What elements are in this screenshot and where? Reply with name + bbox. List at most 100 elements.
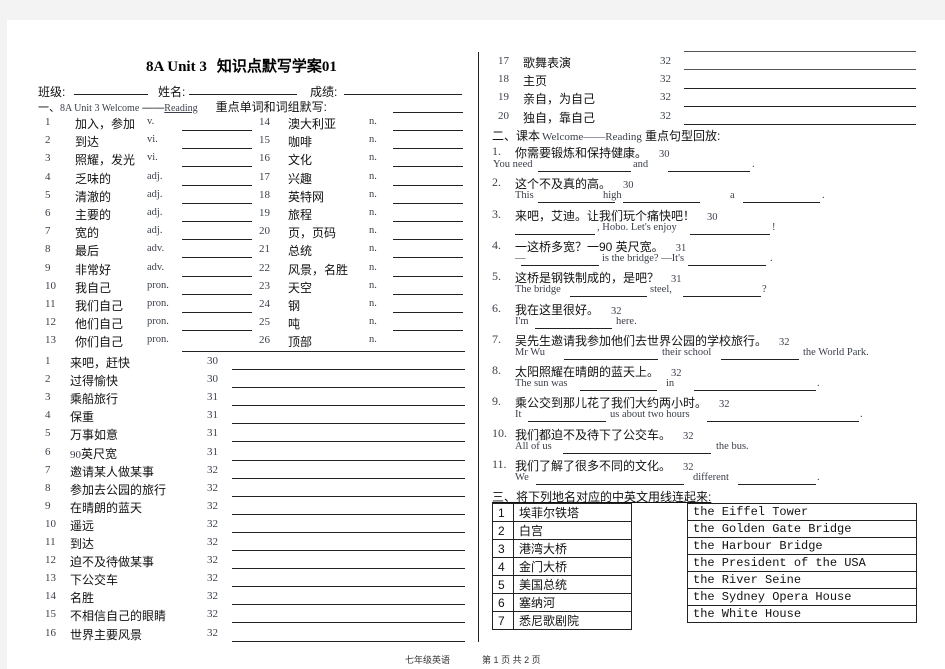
answer-line[interactable] — [393, 112, 463, 113]
match-place-chinese[interactable]: 金门大桥 — [513, 557, 632, 576]
word-answer-line[interactable] — [393, 330, 463, 332]
match-place-chinese[interactable]: 白宫 — [513, 521, 632, 540]
word-pos: adj. — [147, 207, 163, 218]
phrase-answer-line[interactable] — [684, 88, 916, 89]
match-place-english[interactable]: the River Seine — [687, 571, 917, 589]
phrase-answer-line[interactable] — [232, 586, 465, 588]
phrase-answer-line[interactable] — [232, 423, 465, 425]
phrase-number: 7 — [45, 463, 51, 476]
match-table-english: the Eiffel Tower the Golden Gate Bridge th… — [687, 503, 917, 623]
phrase-chinese: 世界主要风景 — [70, 626, 142, 643]
word-answer-line[interactable] — [393, 312, 463, 313]
match-place-english[interactable]: the Sydney Opera House — [687, 588, 917, 606]
word-answer-line[interactable] — [393, 257, 463, 259]
sentence-blank[interactable] — [538, 171, 631, 172]
sentence-blank[interactable] — [683, 296, 761, 298]
match-place-english[interactable]: the Golden Gate Bridge — [687, 520, 917, 538]
phrase-answer-line[interactable] — [232, 622, 465, 624]
phrase-chinese: 不相信自己的眼睛 — [70, 607, 166, 624]
word-answer-line[interactable] — [182, 239, 252, 241]
sentence-blank[interactable] — [563, 452, 711, 454]
phrase-answer-line[interactable] — [684, 69, 916, 70]
section1-title: 重点单词和词组默写: — [215, 100, 327, 114]
phrase-number: 3 — [45, 391, 51, 404]
sentence-blank[interactable] — [538, 202, 615, 204]
sentence-blank[interactable] — [668, 171, 750, 172]
word-answer-line[interactable] — [182, 148, 252, 150]
word-answer-line[interactable] — [182, 221, 252, 222]
word-answer-line[interactable] — [182, 130, 252, 131]
phrase-answer-line[interactable] — [232, 405, 465, 407]
phrase-answer-line[interactable] — [684, 106, 916, 107]
match-place-chinese[interactable]: 塞纳河 — [513, 593, 632, 612]
word-answer-line[interactable] — [182, 330, 252, 332]
phrase-answer-line[interactable] — [232, 568, 465, 570]
class-field[interactable] — [74, 94, 148, 95]
word-answer-line[interactable] — [182, 293, 252, 295]
match-place-chinese[interactable]: 埃菲尔铁塔 — [513, 503, 632, 522]
sentence-blank[interactable] — [580, 390, 657, 392]
match-place-english[interactable]: the Harbour Bridge — [687, 537, 917, 555]
word-answer-line[interactable] — [393, 184, 463, 186]
sentence-blank[interactable] — [707, 421, 859, 423]
sentence-blank[interactable] — [721, 358, 799, 360]
phrase-answer-line[interactable] — [232, 513, 465, 515]
word-answer-line[interactable] — [182, 166, 252, 168]
sentence-blank[interactable] — [570, 296, 647, 298]
word-answer-line[interactable] — [393, 221, 463, 222]
sentence-blank[interactable] — [564, 358, 658, 360]
phrase-answer-line[interactable] — [232, 441, 465, 443]
word-pos: n. — [369, 225, 377, 237]
phrase-answer-line[interactable] — [684, 124, 916, 125]
word-answer-line[interactable] — [182, 257, 252, 259]
word-answer-line[interactable] — [393, 148, 463, 150]
sentence-blank[interactable] — [738, 484, 816, 485]
match-place-english[interactable]: the President of the USA — [687, 554, 917, 572]
word-answer-line[interactable] — [393, 239, 463, 241]
match-place-chinese[interactable]: 港湾大桥 — [513, 539, 632, 558]
word-answer-line[interactable] — [182, 351, 465, 352]
phrase-answer-line[interactable] — [232, 550, 465, 551]
phrase-answer-line[interactable] — [232, 477, 465, 479]
sentence-blank[interactable] — [743, 202, 820, 204]
sentence-blank[interactable] — [521, 264, 599, 266]
name-field[interactable] — [189, 94, 297, 95]
match-place-chinese[interactable]: 美国总统 — [513, 575, 632, 594]
sentence-blank[interactable] — [536, 484, 684, 485]
phrase-answer-line[interactable] — [232, 369, 465, 370]
score-field[interactable] — [344, 94, 462, 95]
phrase-answer-line[interactable] — [232, 495, 465, 497]
phrase-answer-line[interactable] — [232, 387, 465, 389]
word-answer-line[interactable] — [393, 166, 463, 168]
word-pos: n. — [369, 243, 377, 255]
phrase-chinese: 亲自，为自己 — [523, 92, 596, 107]
sentence-blank[interactable] — [515, 233, 595, 235]
match-place-chinese[interactable]: 悉尼歌剧院 — [513, 611, 632, 630]
word-answer-line[interactable] — [393, 293, 463, 295]
sentence-chinese-text: 太阳照耀在晴朗的蓝天上。 — [515, 365, 660, 380]
match-place-english[interactable]: the Eiffel Tower — [687, 503, 917, 521]
phrase-answer-line[interactable] — [232, 531, 465, 533]
match-row-english: the River Seine — [687, 571, 917, 589]
word-answer-line[interactable] — [393, 202, 463, 204]
sentence-blank[interactable] — [623, 202, 700, 204]
sentence-blank[interactable] — [690, 233, 770, 235]
word-answer-line[interactable] — [182, 184, 252, 186]
word-answer-line[interactable] — [182, 312, 252, 313]
sentence-chinese: 吴先生邀请我参加他们去世界公园的学校旅行。 32 — [515, 332, 790, 349]
phrase-answer-line[interactable] — [684, 51, 916, 52]
word-answer-line[interactable] — [393, 130, 463, 131]
word-answer-line[interactable] — [182, 202, 252, 204]
word-answer-line[interactable] — [393, 275, 463, 277]
phrase-answer-line[interactable] — [232, 604, 465, 606]
match-place-english[interactable]: the White House — [687, 605, 917, 623]
sentence-blank[interactable] — [694, 390, 816, 392]
sentence-blank[interactable] — [688, 264, 766, 266]
word-answer-line[interactable] — [182, 275, 252, 277]
match-row-chinese: 5 美国总统 — [492, 575, 632, 594]
page-suffix: 页 — [531, 655, 541, 665]
word-number: 7 — [45, 225, 51, 238]
sentence-blank[interactable] — [528, 421, 606, 423]
phrase-answer-line[interactable] — [232, 459, 465, 461]
sentence-blank[interactable] — [535, 327, 612, 329]
